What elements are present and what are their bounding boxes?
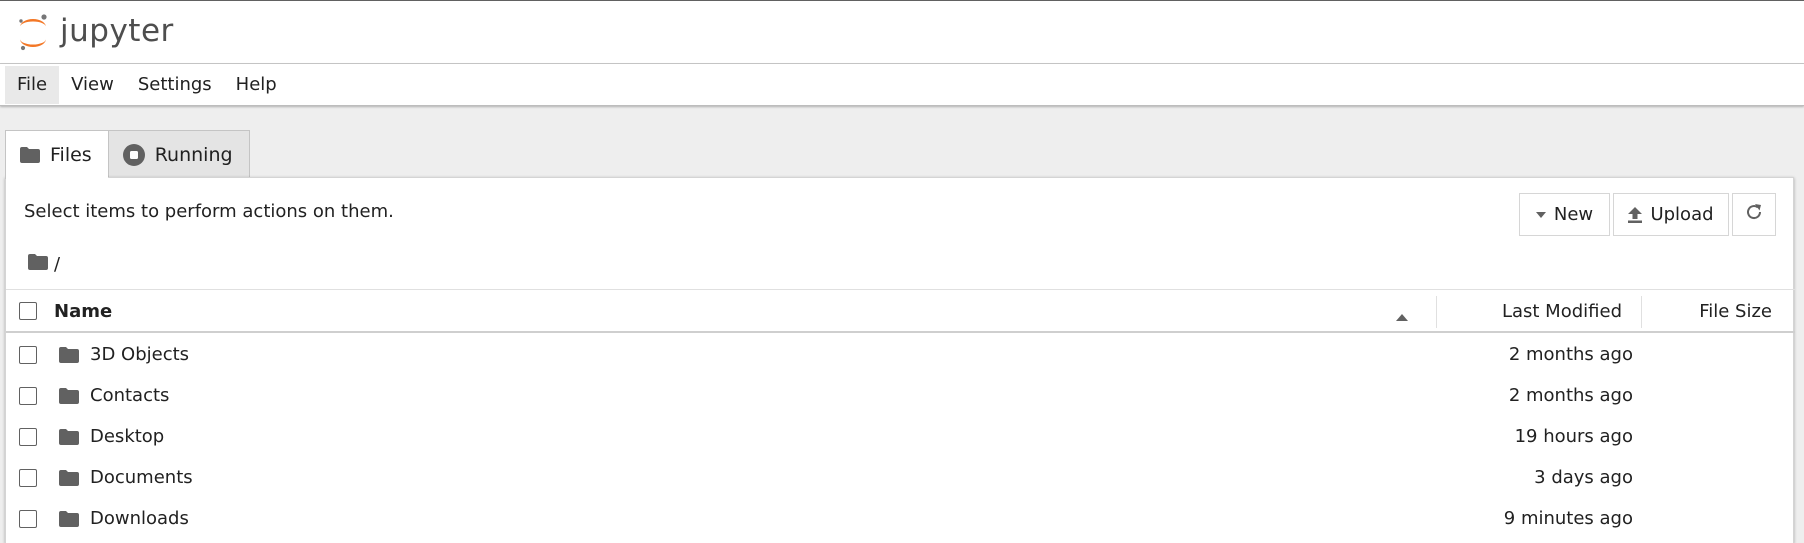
list-item[interactable]: Downloads 9 minutes ago: [6, 499, 1795, 540]
listing-header: Name Last Modified File Size: [6, 289, 1795, 333]
stop-circle-icon: [122, 143, 145, 166]
refresh-icon: [1745, 203, 1763, 226]
menu-settings[interactable]: Settings: [126, 66, 224, 104]
file-modified: 9 minutes ago: [1503, 508, 1633, 529]
list-item[interactable]: Contacts 2 months ago: [6, 376, 1795, 417]
file-modified: 2 months ago: [1508, 344, 1633, 365]
row-checkbox[interactable]: [19, 469, 37, 487]
jupyter-logo-icon: [19, 14, 47, 51]
new-button[interactable]: New: [1519, 193, 1610, 236]
tab-running[interactable]: Running: [107, 130, 250, 178]
menu-file[interactable]: File: [5, 65, 60, 104]
row-checkbox[interactable]: [19, 510, 37, 528]
upload-icon: [1628, 206, 1643, 223]
folder-icon: [59, 429, 79, 449]
new-button-label: New: [1553, 204, 1594, 225]
list-item[interactable]: 3D Objects 2 months ago: [6, 335, 1795, 376]
list-item[interactable]: Documents 3 days ago: [6, 458, 1795, 499]
column-divider[interactable]: [1641, 296, 1642, 328]
file-name: Documents: [90, 467, 193, 488]
refresh-button[interactable]: [1732, 193, 1776, 236]
tab-files[interactable]: Files: [5, 130, 108, 179]
top-bar: jupyter: [0, 0, 1804, 64]
sidebar-tabs: Files Running: [5, 130, 250, 179]
list-item[interactable]: Desktop 19 hours ago: [6, 417, 1795, 458]
file-name: Downloads: [90, 508, 189, 529]
row-checkbox[interactable]: [19, 346, 37, 364]
select-all-checkbox[interactable]: [19, 302, 37, 320]
column-name[interactable]: Name: [54, 301, 112, 322]
file-browser-panel: Select items to perform actions on them.…: [5, 177, 1795, 543]
logo-text: jupyter: [60, 13, 174, 49]
column-file-size[interactable]: File Size: [1699, 301, 1772, 322]
jupyter-logo[interactable]: jupyter: [16, 13, 174, 53]
row-checkbox[interactable]: [19, 387, 37, 405]
tab-running-label: Running: [154, 143, 233, 166]
tab-files-label: Files: [50, 144, 92, 166]
upload-button[interactable]: Upload: [1613, 193, 1729, 236]
folder-icon: [59, 470, 79, 490]
folder-icon: [20, 147, 40, 163]
breadcrumb-root[interactable]: /: [54, 254, 60, 275]
file-name: Contacts: [90, 385, 170, 406]
folder-icon: [59, 511, 79, 531]
folder-icon: [59, 347, 79, 367]
toolbar-instructions: Select items to perform actions on them.: [24, 201, 394, 222]
breadcrumb: /: [28, 252, 60, 276]
folder-icon: [59, 388, 79, 408]
file-name: Desktop: [90, 426, 165, 447]
caret-down-icon: [1535, 211, 1546, 218]
file-name: 3D Objects: [90, 344, 190, 365]
column-last-modified[interactable]: Last Modified: [1502, 301, 1622, 322]
file-modified: 3 days ago: [1534, 467, 1633, 488]
menu-view[interactable]: View: [59, 66, 126, 104]
sort-ascending-icon: [1396, 306, 1408, 325]
row-checkbox[interactable]: [19, 428, 37, 446]
menu-help[interactable]: Help: [224, 66, 289, 104]
file-modified: 19 hours ago: [1514, 426, 1633, 447]
upload-button-label: Upload: [1650, 204, 1714, 225]
file-modified: 2 months ago: [1508, 385, 1633, 406]
column-divider[interactable]: [1436, 296, 1437, 328]
menu-bar: File View Settings Help: [0, 64, 1804, 106]
home-folder-icon[interactable]: [28, 253, 48, 275]
